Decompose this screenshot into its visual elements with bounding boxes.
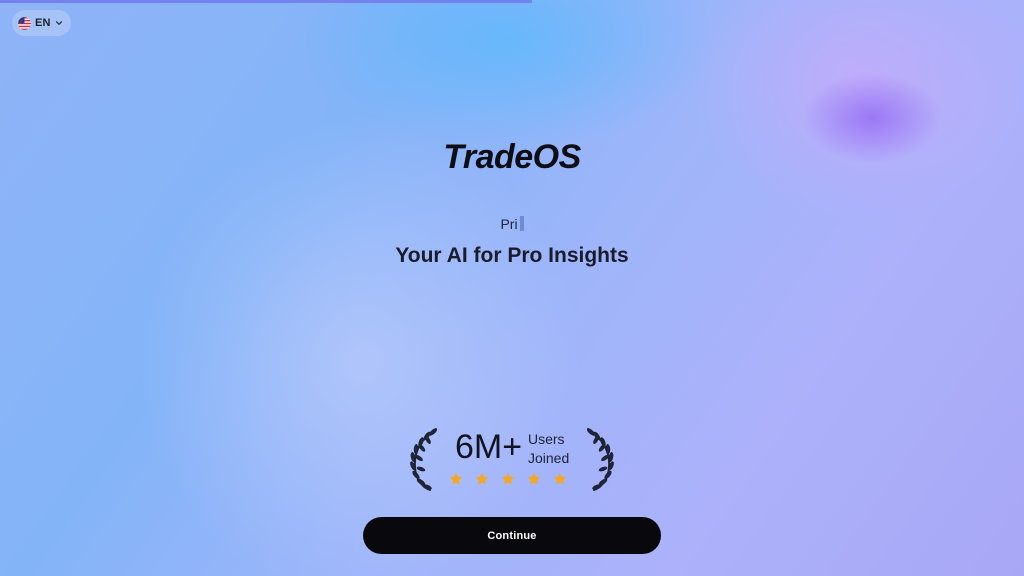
app-logo: TradeOS bbox=[443, 138, 581, 176]
users-label: Users Joined bbox=[528, 430, 569, 468]
users-label-line1: Users bbox=[528, 431, 565, 447]
progress-bar bbox=[0, 0, 533, 3]
star-icon bbox=[501, 472, 515, 485]
laurel-right-icon bbox=[586, 428, 614, 491]
star-icon bbox=[553, 472, 567, 485]
onboarding-screen: EN TradeOS Pri Your AI for Pro Insights bbox=[0, 0, 1024, 576]
typing-text: Pri bbox=[0, 216, 1024, 232]
language-selector[interactable]: EN bbox=[12, 10, 71, 36]
us-flag-icon bbox=[18, 16, 31, 30]
typing-text-value: Pri bbox=[500, 216, 518, 232]
star-icon bbox=[527, 472, 541, 485]
users-label-line2: Joined bbox=[528, 450, 570, 466]
users-count: 6M+ bbox=[455, 428, 523, 466]
star-rating bbox=[448, 471, 568, 487]
tagline: Your AI for Pro Insights bbox=[395, 244, 629, 267]
laurel-left-icon bbox=[410, 428, 438, 491]
continue-button[interactable]: Continue bbox=[363, 517, 661, 554]
language-label: EN bbox=[35, 17, 51, 29]
star-icon bbox=[475, 472, 489, 485]
star-icon bbox=[449, 472, 463, 485]
typing-cursor bbox=[519, 216, 524, 231]
chevron-down-icon bbox=[55, 19, 63, 27]
